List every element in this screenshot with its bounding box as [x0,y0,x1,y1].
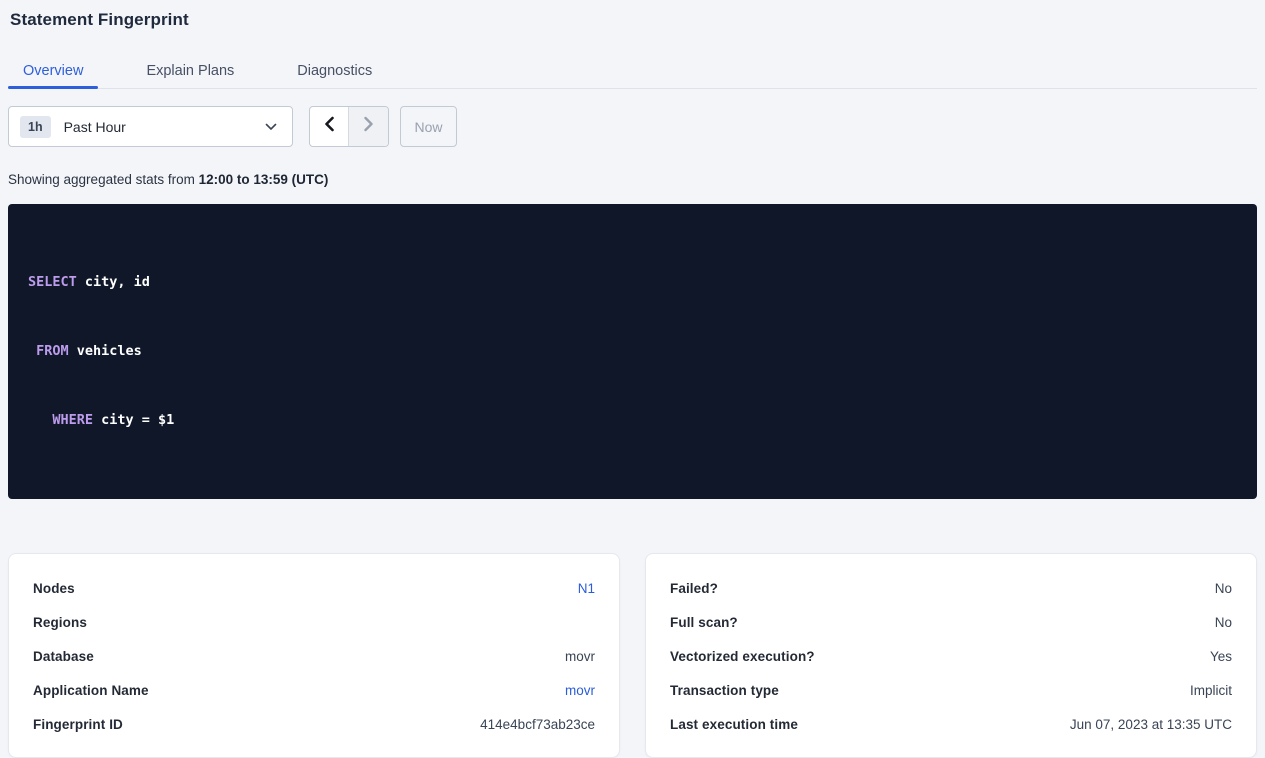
summary-card-right: Failed? No Full scan? No Vectorized exec… [645,553,1257,758]
stats-prefix: Showing aggregated stats from [8,172,199,187]
sql-text: city, id [77,274,150,290]
time-toolbar: 1h Past Hour Now [8,106,1257,147]
tab-explain-plans[interactable]: Explain Plans [131,53,249,88]
sql-keyword: SELECT [28,274,77,290]
fingerprint-id-value: 414e4bcf73ab23ce [480,717,595,732]
time-range-label: Past Hour [64,119,126,135]
table-row: Transaction type Implicit [670,673,1232,707]
sql-text: city = $1 [93,412,174,428]
failed-value: No [1215,581,1232,596]
table-row: Application Name movr [33,673,595,707]
sql-text: vehicles [69,343,142,359]
last-execution-time-value: Jun 07, 2023 at 13:35 UTC [1070,717,1232,732]
table-row: Failed? No [670,571,1232,605]
row-label-regions: Regions [33,615,87,630]
aggregated-stats-text: Showing aggregated stats from 12:00 to 1… [8,172,1257,187]
table-row: Full scan? No [670,605,1232,639]
tab-explain-plans-label: Explain Plans [146,63,234,79]
nodes-link[interactable]: N1 [578,581,595,596]
chevron-right-icon [363,116,374,137]
statement-fingerprint-page: Statement Fingerprint Overview Explain P… [0,0,1265,758]
tab-diagnostics[interactable]: Diagnostics [282,53,387,88]
row-label-transaction-type: Transaction type [670,683,779,698]
row-label-application-name: Application Name [33,683,149,698]
row-label-fingerprint-id: Fingerprint ID [33,717,123,732]
table-row: Regions [33,605,595,639]
full-scan-value: No [1215,615,1232,630]
row-label-last-execution-time: Last execution time [670,717,798,732]
table-row: Fingerprint ID 414e4bcf73ab23ce [33,707,595,741]
row-label-failed: Failed? [670,581,718,596]
sql-line: SELECT city, id [28,271,1237,294]
page-title: Statement Fingerprint [10,0,1257,30]
sql-keyword: WHERE [52,412,93,428]
prev-time-button[interactable] [310,107,349,146]
sql-keyword: FROM [36,343,69,359]
sql-line: WHERE city = $1 [28,409,1237,432]
vectorized-value: Yes [1210,649,1232,664]
time-range-badge: 1h [20,116,51,138]
database-value: movr [565,649,595,664]
tab-overview-label: Overview [23,63,83,79]
summary-card-left: Nodes N1 Regions Database movr Applicati… [8,553,620,758]
transaction-type-value: Implicit [1190,683,1232,698]
table-row: Vectorized execution? Yes [670,639,1232,673]
chevron-down-icon [265,123,277,131]
tab-bar: Overview Explain Plans Diagnostics [8,53,1257,89]
time-range-selector[interactable]: 1h Past Hour [8,106,293,147]
tab-overview[interactable]: Overview [8,53,98,88]
table-row: Database movr [33,639,595,673]
chevron-left-icon [324,116,335,137]
tab-diagnostics-label: Diagnostics [297,63,372,79]
row-label-nodes: Nodes [33,581,75,596]
application-name-link[interactable]: movr [565,683,595,698]
time-step-buttons [309,106,389,147]
table-row: Last execution time Jun 07, 2023 at 13:3… [670,707,1232,741]
summary-cards: Nodes N1 Regions Database movr Applicati… [8,553,1257,758]
row-label-full-scan: Full scan? [670,615,738,630]
now-button[interactable]: Now [400,106,457,147]
stats-interval: 12:00 to 13:59 (UTC) [199,172,329,187]
next-time-button[interactable] [349,107,388,146]
sql-line: FROM vehicles [28,340,1237,363]
row-label-database: Database [33,649,94,664]
table-row: Nodes N1 [33,571,595,605]
sql-statement-box: SELECT city, id FROM vehicles WHERE city… [8,204,1257,499]
row-label-vectorized: Vectorized execution? [670,649,815,664]
